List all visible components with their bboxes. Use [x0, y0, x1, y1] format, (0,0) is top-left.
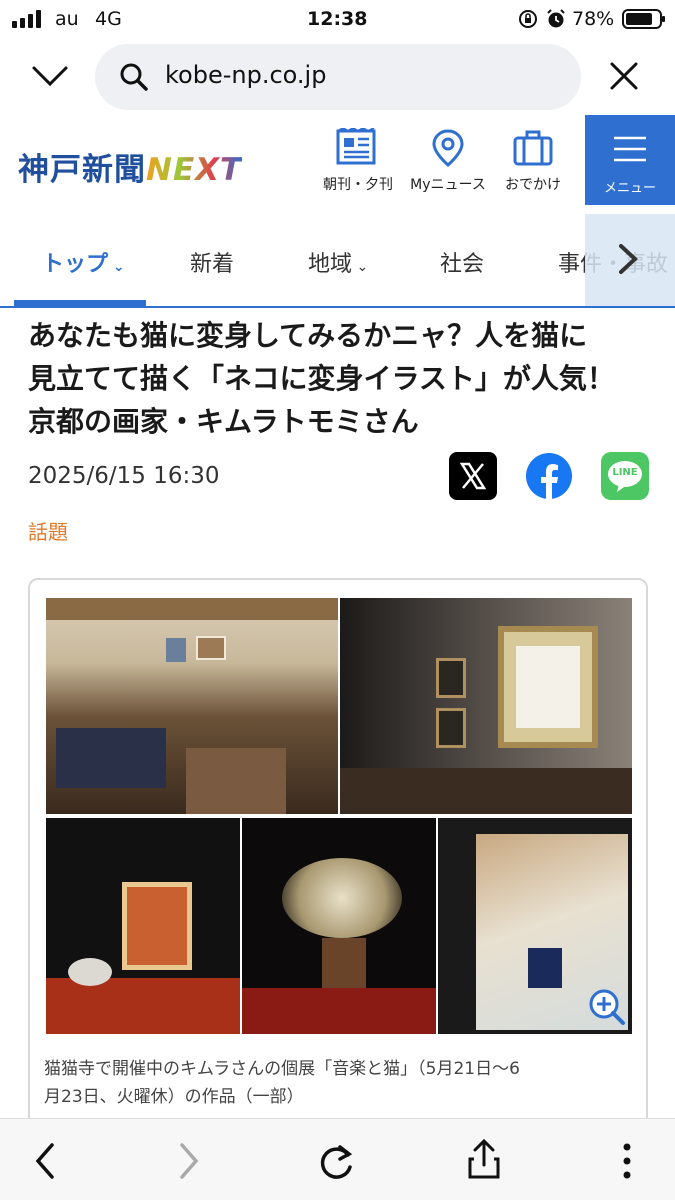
article-headline: あなたも猫に変身してみるかニャ？人を猫に 見立てて描く「ネコに変身イラスト」が人… — [28, 314, 658, 443]
gallery-photo — [46, 598, 338, 814]
share-line-button[interactable]: LINE — [601, 452, 649, 500]
logo-text: 神戸新聞 — [18, 152, 146, 188]
alarm-icon — [547, 9, 565, 28]
nav-scroll-right[interactable] — [585, 214, 675, 306]
close-icon[interactable] — [608, 60, 640, 92]
header-link-odekake[interactable]: おでかけ — [488, 128, 578, 194]
headline-line: あなたも猫に変身してみるかニャ？人を猫に — [28, 319, 588, 352]
battery-percent: 78% — [572, 8, 615, 30]
battery-icon — [622, 9, 665, 29]
header-link-label: 朝刊・夕刊 — [323, 177, 393, 193]
x-logo-icon — [459, 462, 487, 490]
caption-line: 猫猫寺で開催中のキムラさんの個展「音楽と猫」（5月21日～6 — [44, 1059, 520, 1079]
article-date: 2025/6/15 16:30 — [28, 463, 220, 489]
map-pin-icon — [432, 129, 464, 167]
figure-caption: 猫猫寺で開催中のキムラさんの個展「音楽と猫」（5月21日～6 月23日、火曜休）… — [44, 1055, 634, 1111]
status-bar: au 4G 12:38 78% — [0, 0, 675, 38]
header-link-paper[interactable]: 朝刊・夕刊 — [313, 128, 403, 194]
tab-label: 新着 — [190, 252, 235, 277]
category-tag[interactable]: 話題 — [28, 516, 68, 545]
forward-arrow-icon[interactable] — [176, 1141, 202, 1181]
network-label: 4G — [95, 8, 122, 30]
tab-top[interactable]: トップ ⌄ — [42, 246, 125, 278]
menu-button[interactable]: メニュー — [585, 115, 675, 205]
headline-line: 京都の画家・キムラトモミさん — [28, 405, 419, 438]
gallery-photo — [340, 598, 632, 814]
line-label: LINE — [612, 467, 638, 478]
share-x-button[interactable] — [449, 452, 497, 500]
gallery-photo — [242, 818, 436, 1034]
browser-toolbar — [0, 1118, 675, 1200]
header-link-mynews[interactable]: Myニュース — [403, 128, 493, 194]
caption-line: 月23日、火曜休）の作品（一部） — [44, 1087, 304, 1107]
chevron-down-icon[interactable] — [30, 60, 70, 92]
gallery-photo — [46, 818, 240, 1034]
suitcase-icon — [513, 130, 553, 166]
tab-region[interactable]: 地域 ⌄ — [308, 246, 368, 278]
back-arrow-icon[interactable] — [32, 1141, 58, 1181]
facebook-icon — [526, 453, 572, 499]
chevron-down-icon: ⌄ — [352, 259, 369, 275]
category-nav: トップ ⌄ 新着 地域 ⌄ 社会 事件・事故 — [0, 214, 675, 308]
header-link-label: Myニュース — [410, 177, 486, 193]
hamburger-icon — [614, 136, 646, 162]
url-text: kobe-np.co.jp — [165, 61, 327, 89]
site-logo[interactable]: 神戸新聞NEXT — [18, 144, 242, 189]
headline-line: 見立てて描く「ネコに変身イラスト」が人気！ — [28, 362, 615, 395]
tab-society[interactable]: 社会 — [440, 246, 484, 278]
chevron-right-icon — [619, 244, 638, 274]
search-icon — [120, 63, 148, 91]
menu-label: メニュー — [603, 181, 656, 196]
tab-label: 社会 — [440, 252, 485, 277]
newspaper-icon — [336, 128, 376, 165]
zoom-in-icon[interactable] — [588, 988, 626, 1026]
header-link-label: おでかけ — [505, 177, 561, 193]
tab-new[interactable]: 新着 — [190, 246, 234, 278]
reload-icon[interactable] — [318, 1141, 356, 1181]
signal-icon — [12, 10, 41, 28]
tab-label: トップ — [42, 252, 109, 277]
active-tab-indicator — [14, 300, 146, 306]
share-icon[interactable] — [466, 1137, 502, 1181]
tab-label: 地域 — [308, 252, 353, 277]
more-options-icon[interactable] — [620, 1141, 634, 1181]
clock-time: 12:38 — [307, 8, 368, 30]
carrier-label: au — [55, 8, 79, 30]
gallery-photo — [438, 818, 632, 1034]
article-figure — [28, 578, 648, 1138]
url-bar[interactable]: kobe-np.co.jp — [95, 44, 581, 110]
chevron-down-icon: ⌄ — [108, 259, 125, 275]
share-facebook-button[interactable] — [525, 452, 573, 500]
rotation-lock-icon — [519, 10, 537, 28]
logo-next: NEXT — [146, 152, 243, 188]
